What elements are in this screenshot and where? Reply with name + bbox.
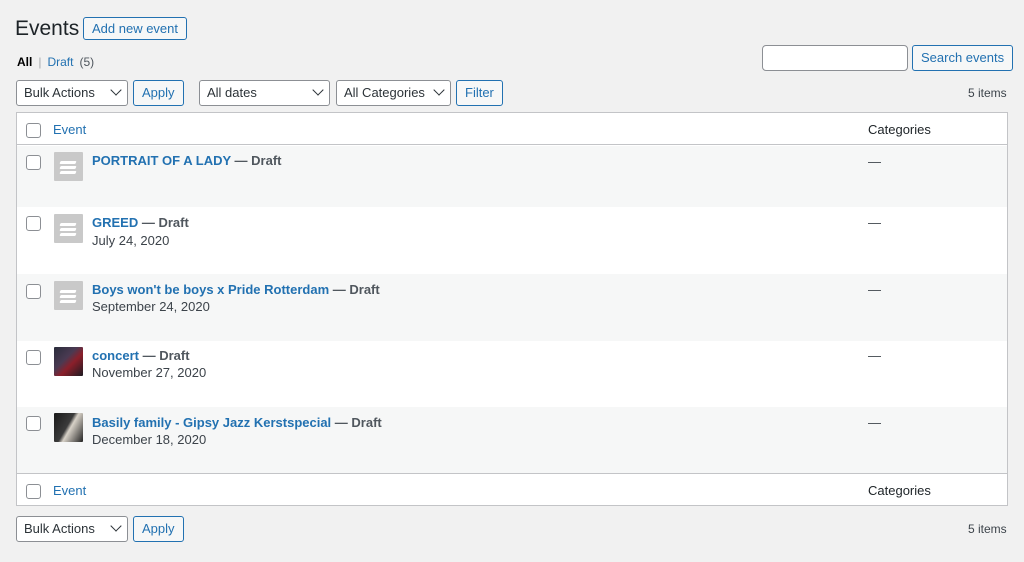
events-table: Event Categories PORTRAIT OF A LADY — Dr… [16, 112, 1008, 506]
event-state: — Draft [334, 415, 382, 430]
dates-filter-label: All dates [207, 85, 257, 100]
event-categories: — [868, 282, 881, 297]
table-row: PORTRAIT OF A LADY — Draft — [17, 146, 1007, 207]
event-categories: — [868, 348, 881, 363]
select-all-checkbox-bottom[interactable] [26, 484, 41, 499]
column-header-categories: Categories [868, 122, 931, 137]
event-title-link[interactable]: GREED [92, 215, 138, 230]
column-header-event[interactable]: Event [53, 122, 86, 137]
apply-button-top[interactable]: Apply [133, 80, 184, 106]
bulk-actions-label: Bulk Actions [24, 85, 95, 100]
column-footer-categories: Categories [868, 483, 931, 498]
select-all-checkbox[interactable] [26, 123, 41, 138]
view-all-link[interactable]: All [17, 55, 32, 69]
apply-button-bottom[interactable]: Apply [133, 516, 184, 542]
page-title: Events [15, 17, 80, 40]
table-footer: Event Categories [17, 473, 1007, 505]
table-row: Boys won't be boys x Pride Rotterdam — D… [17, 274, 1007, 341]
chevron-down-icon [110, 84, 122, 96]
bulk-actions-select-top[interactable]: Bulk Actions [16, 80, 128, 106]
event-title: PORTRAIT OF A LADY — Draft [92, 153, 281, 168]
event-date: December 18, 2020 [92, 432, 207, 447]
event-state: — Draft [332, 282, 380, 297]
row-checkbox[interactable] [26, 284, 41, 299]
event-title-link[interactable]: PORTRAIT OF A LADY [92, 153, 231, 168]
table-header: Event Categories [17, 113, 1007, 145]
view-filters: All | Draft (5) [17, 55, 94, 69]
row-checkbox[interactable] [26, 216, 41, 231]
event-state: — Draft [234, 153, 282, 168]
event-thumbnail-photo [54, 347, 83, 376]
event-date: September 24, 2020 [92, 299, 210, 314]
event-categories: — [868, 215, 881, 230]
categories-filter-select[interactable]: All Categories [336, 80, 451, 106]
event-date: July 24, 2020 [92, 233, 170, 248]
view-separator: | [38, 55, 42, 69]
column-footer-event[interactable]: Event [53, 483, 86, 498]
bulk-actions-label: Bulk Actions [24, 521, 95, 536]
filter-button[interactable]: Filter [456, 80, 503, 106]
event-title: Boys won't be boys x Pride Rotterdam — D… [92, 282, 380, 297]
search-events-button[interactable]: Search events [912, 45, 1014, 71]
event-title-link[interactable]: Boys won't be boys x Pride Rotterdam [92, 282, 329, 297]
event-categories: — [868, 154, 881, 169]
dates-filter-select[interactable]: All dates [199, 80, 330, 106]
event-thumbnail-photo [54, 413, 83, 442]
event-categories: — [868, 415, 881, 430]
event-state: — Draft [142, 348, 190, 363]
row-checkbox[interactable] [26, 155, 41, 170]
categories-filter-label: All Categories [344, 85, 425, 100]
draft-count: (5) [79, 55, 95, 69]
items-count-top: 5 items [968, 86, 1007, 100]
chevron-down-icon [110, 520, 122, 532]
table-row: GREED — Draft July 24, 2020 — [17, 207, 1007, 274]
row-checkbox[interactable] [26, 416, 41, 431]
event-title: concert — Draft [92, 348, 190, 363]
items-count-bottom: 5 items [968, 522, 1007, 536]
chevron-down-icon [433, 84, 445, 96]
search-input[interactable] [762, 45, 908, 71]
event-state: — Draft [141, 215, 189, 230]
event-title-link[interactable]: concert [92, 348, 139, 363]
table-row: Basily family - Gipsy Jazz Kerstspecial … [17, 407, 1007, 473]
row-checkbox[interactable] [26, 350, 41, 365]
bulk-actions-select-bottom[interactable]: Bulk Actions [16, 516, 128, 542]
event-date: November 27, 2020 [92, 365, 207, 380]
view-draft-link[interactable]: Draft [47, 55, 73, 69]
placeholder-image-icon [54, 152, 83, 181]
event-title: GREED — Draft [92, 215, 189, 230]
event-title: Basily family - Gipsy Jazz Kerstspecial … [92, 415, 382, 430]
add-new-event-button[interactable]: Add new event [83, 17, 188, 40]
table-row: concert — Draft November 27, 2020 — [17, 341, 1007, 407]
placeholder-image-icon [54, 281, 83, 310]
event-title-link[interactable]: Basily family - Gipsy Jazz Kerstspecial [92, 415, 331, 430]
chevron-down-icon [312, 84, 324, 96]
placeholder-image-icon [54, 214, 83, 243]
